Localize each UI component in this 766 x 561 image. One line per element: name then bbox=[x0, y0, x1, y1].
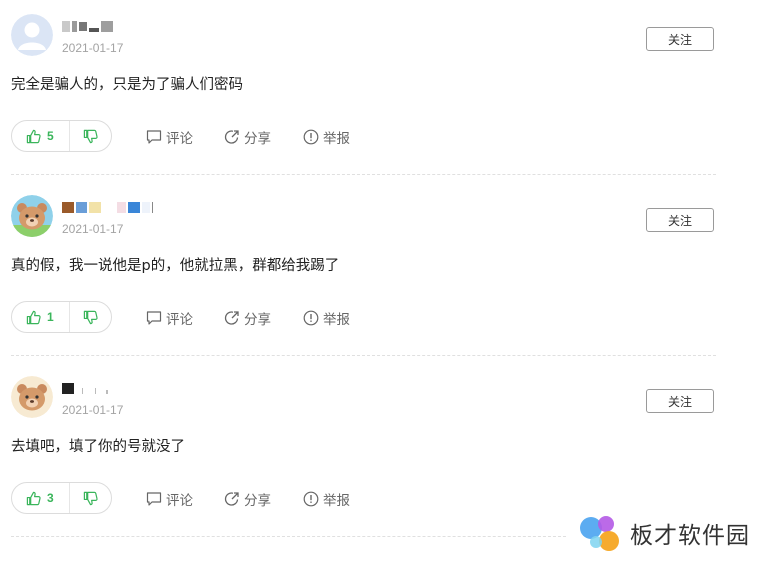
comment-bubble-icon bbox=[146, 311, 162, 325]
like-button[interactable]: 5 bbox=[12, 121, 70, 151]
comment-date: 2021-01-17 bbox=[62, 222, 124, 236]
thumbs-down-icon bbox=[83, 129, 98, 143]
like-count: 5 bbox=[47, 129, 54, 143]
report-action-label: 举报 bbox=[323, 493, 350, 509]
dislike-button[interactable] bbox=[70, 483, 111, 513]
share-action[interactable]: 分享 bbox=[224, 308, 271, 328]
avatar-bear[interactable] bbox=[11, 195, 53, 237]
like-count: 1 bbox=[47, 310, 54, 324]
comment-item: 2021-01-17 关注 真的假，我一说他是p的，他就拉黑，群都给我踢了 1 … bbox=[0, 181, 766, 362]
report-action[interactable]: 举报 bbox=[303, 127, 350, 147]
divider bbox=[11, 355, 716, 356]
share-icon bbox=[224, 311, 239, 325]
vote-pill: 5 bbox=[11, 120, 112, 152]
comment-text: 真的假，我一说他是p的，他就拉黑，群都给我踢了 bbox=[11, 258, 340, 274]
comment-action-label: 评论 bbox=[166, 312, 193, 328]
share-action[interactable]: 分享 bbox=[224, 489, 271, 509]
divider bbox=[11, 174, 716, 175]
dislike-button[interactable] bbox=[70, 121, 111, 151]
vote-pill: 3 bbox=[11, 482, 112, 514]
avatar-bear[interactable] bbox=[11, 376, 53, 418]
warning-circle-icon bbox=[303, 491, 319, 507]
share-action-label: 分享 bbox=[244, 131, 271, 147]
comment-text: 去填吧，填了你的号就没了 bbox=[11, 439, 185, 455]
like-button[interactable]: 1 bbox=[12, 302, 70, 332]
comment-item: 2021-01-17 关注 完全是骗人的，只是为了骗人们密码 5 评论 分享 举… bbox=[0, 0, 766, 181]
like-count: 3 bbox=[47, 491, 54, 505]
avatar-default[interactable] bbox=[11, 14, 53, 56]
comment-text: 完全是骗人的，只是为了骗人们密码 bbox=[11, 77, 243, 93]
comment-date: 2021-01-17 bbox=[62, 403, 124, 417]
watermark-text: 板才软件园 bbox=[630, 523, 750, 549]
like-button[interactable]: 3 bbox=[12, 483, 70, 513]
follow-button[interactable]: 关注 bbox=[646, 208, 714, 232]
report-action-label: 举报 bbox=[323, 312, 350, 328]
comment-action-label: 评论 bbox=[166, 131, 193, 147]
report-action[interactable]: 举报 bbox=[303, 489, 350, 509]
username-obscured[interactable] bbox=[62, 19, 113, 33]
follow-button[interactable]: 关注 bbox=[646, 27, 714, 51]
user-silhouette-icon bbox=[11, 14, 53, 56]
username-obscured[interactable] bbox=[62, 200, 153, 214]
comment-action[interactable]: 评论 bbox=[146, 127, 193, 147]
warning-circle-icon bbox=[303, 310, 319, 326]
vote-pill: 1 bbox=[11, 301, 112, 333]
thumbs-up-icon bbox=[26, 129, 41, 143]
bear-avatar-icon bbox=[11, 376, 53, 418]
thumbs-up-icon bbox=[26, 491, 41, 505]
watermark-logo-icon bbox=[580, 516, 619, 551]
thumbs-down-icon bbox=[83, 491, 98, 505]
follow-button[interactable]: 关注 bbox=[646, 389, 714, 413]
share-icon bbox=[224, 130, 239, 144]
comment-bubble-icon bbox=[146, 130, 162, 144]
thumbs-down-icon bbox=[83, 310, 98, 324]
share-action-label: 分享 bbox=[244, 493, 271, 509]
username-obscured[interactable] bbox=[62, 381, 108, 395]
share-action-label: 分享 bbox=[244, 312, 271, 328]
watermark: 板才软件园 bbox=[578, 512, 750, 554]
divider bbox=[11, 536, 566, 537]
comment-bubble-icon bbox=[146, 492, 162, 506]
share-icon bbox=[224, 492, 239, 506]
share-action[interactable]: 分享 bbox=[224, 127, 271, 147]
report-action-label: 举报 bbox=[323, 131, 350, 147]
report-action[interactable]: 举报 bbox=[303, 308, 350, 328]
dislike-button[interactable] bbox=[70, 302, 111, 332]
comment-date: 2021-01-17 bbox=[62, 41, 124, 55]
thumbs-up-icon bbox=[26, 310, 41, 324]
comment-action[interactable]: 评论 bbox=[146, 308, 193, 328]
bear-avatar-icon bbox=[11, 195, 53, 237]
comment-action[interactable]: 评论 bbox=[146, 489, 193, 509]
comment-action-label: 评论 bbox=[166, 493, 193, 509]
warning-circle-icon bbox=[303, 129, 319, 145]
